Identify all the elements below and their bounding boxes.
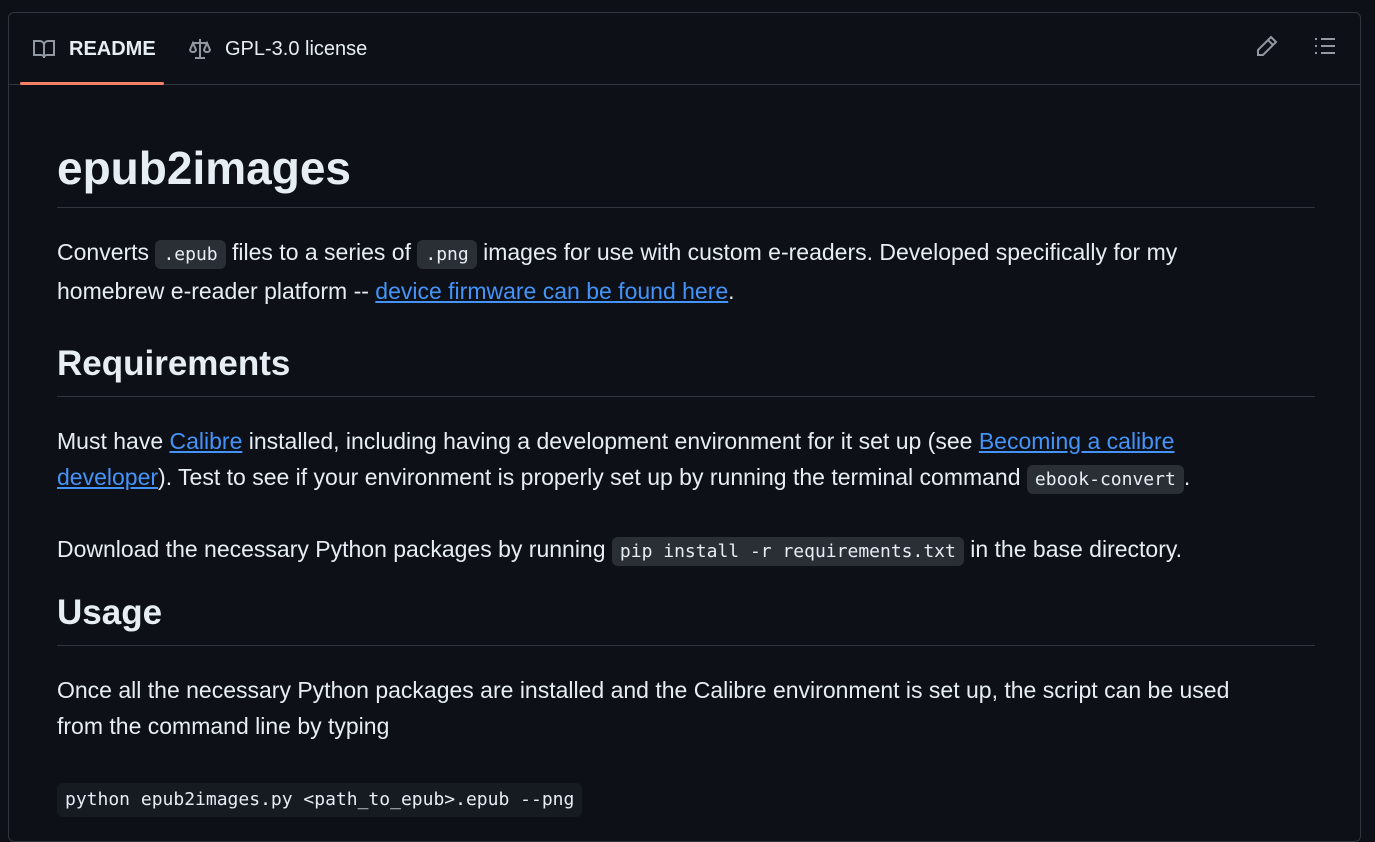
intro-paragraph: Converts .epub files to a series of .png…: [57, 239, 1178, 304]
inline-code: ebook-convert: [1026, 465, 1184, 494]
usage-heading: Usage: [57, 593, 163, 632]
inline-code: pip install -r requirements.txt: [611, 537, 964, 566]
calibre-link[interactable]: Calibre: [170, 428, 243, 454]
readme-panel: README GPL-3.0 license epub2images Conve…: [8, 12, 1361, 842]
firmware-link[interactable]: device firmware can be found here: [375, 278, 728, 304]
usage-code-block: python epub2images.py <path_to_epub>.epu…: [57, 783, 583, 817]
usage-divider: [57, 645, 1315, 646]
law-scale-icon: [187, 36, 213, 62]
tab-readme[interactable]: README: [31, 13, 156, 85]
outline-toggle-button[interactable]: [1310, 33, 1340, 63]
requirements-divider: [57, 396, 1315, 397]
tab-license-label: GPL-3.0 license: [225, 37, 368, 60]
title-divider: [57, 207, 1315, 208]
tab-readme-label: README: [69, 37, 156, 60]
readme-title: epub2images: [57, 142, 351, 194]
requirements-paragraph: Must have Calibre installed, including h…: [57, 423, 1287, 498]
usage-paragraph: Once all the necessary Python packages a…: [57, 677, 1230, 739]
tab-license[interactable]: GPL-3.0 license: [187, 13, 367, 85]
active-tab-indicator: [20, 82, 164, 85]
book-icon: [31, 36, 57, 62]
edit-file-button[interactable]: [1252, 33, 1282, 63]
requirements-heading: Requirements: [57, 344, 291, 383]
pencil-icon: [1255, 34, 1279, 63]
inline-code: .epub: [155, 240, 226, 269]
inline-code: .png: [417, 240, 477, 269]
packages-paragraph: Download the necessary Python packages b…: [57, 531, 1287, 570]
list-unordered-icon: [1313, 34, 1337, 63]
readme-tab-bar: README GPL-3.0 license: [9, 13, 1360, 85]
